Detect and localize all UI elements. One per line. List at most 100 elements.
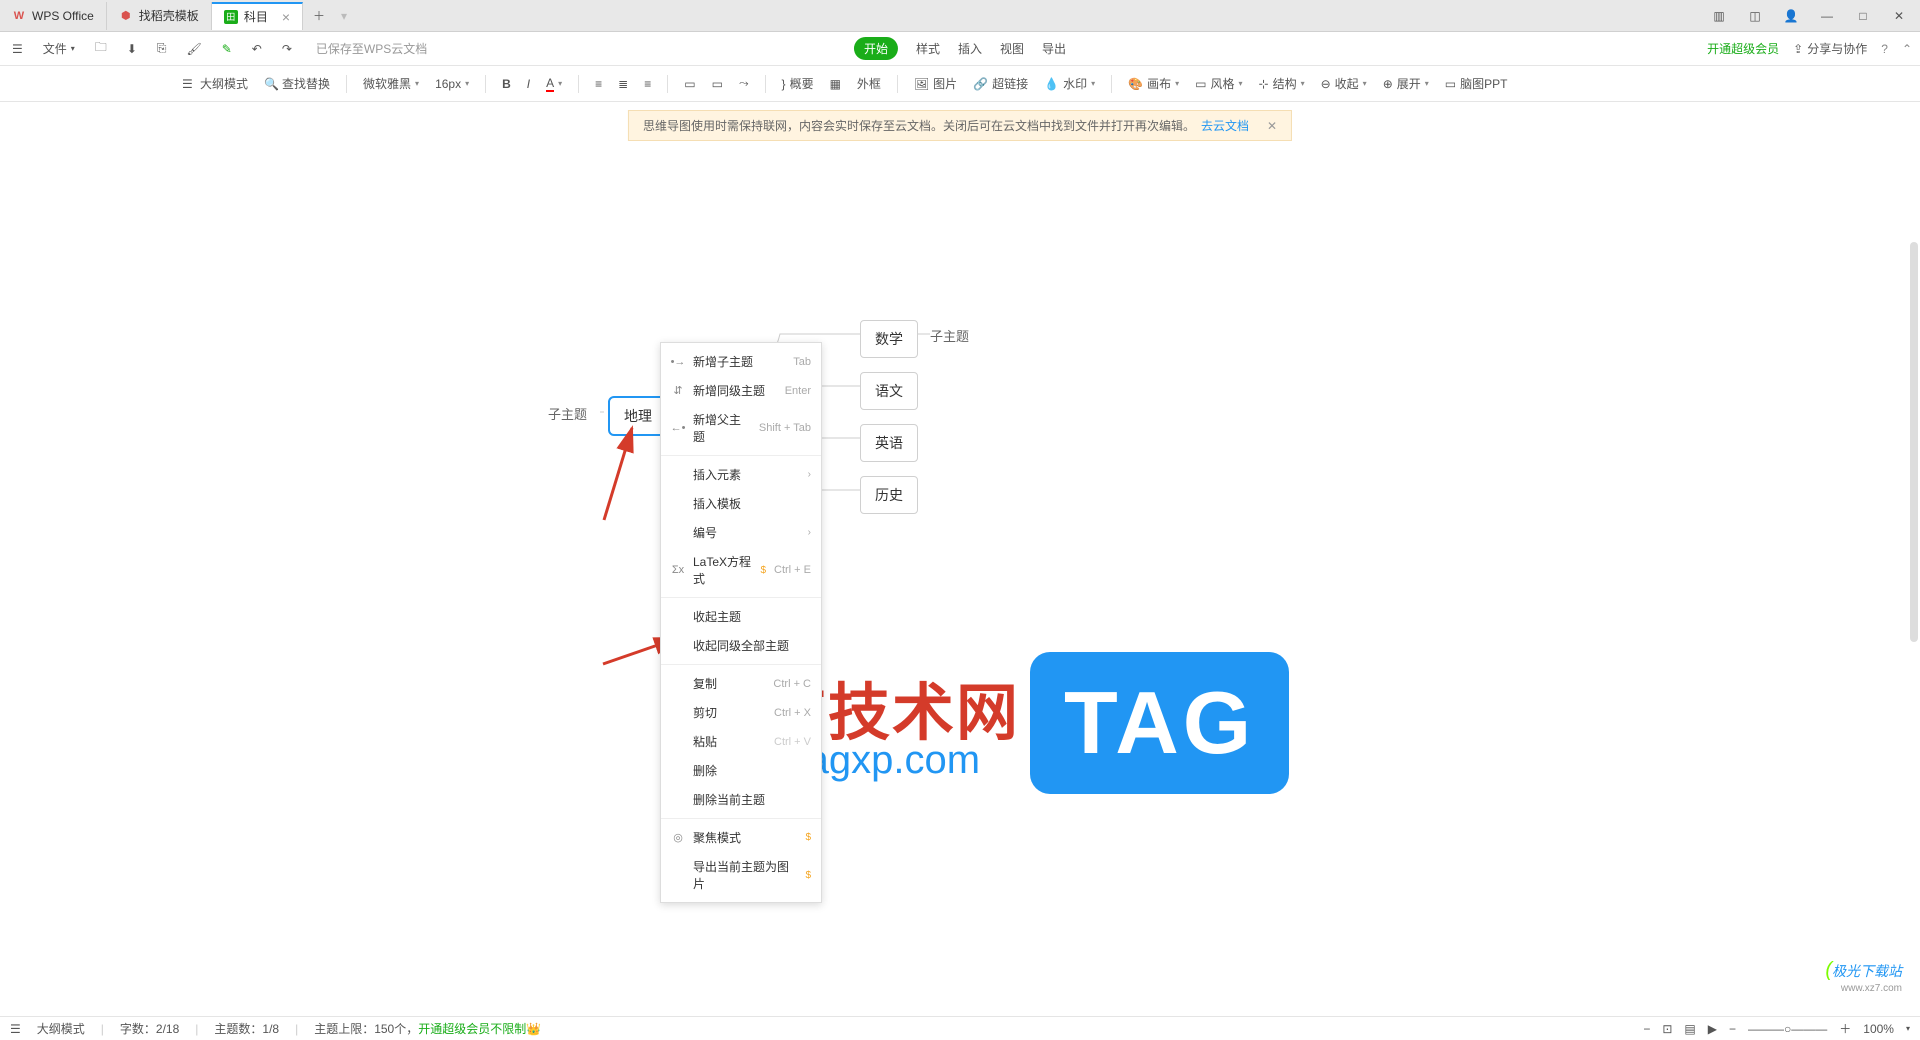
boundary-icon[interactable]: ▦ <box>824 73 847 95</box>
ctx-cut[interactable]: 剪切Ctrl + X <box>661 698 821 727</box>
font-size-selector[interactable]: 16px▾ <box>429 73 475 95</box>
cube-icon[interactable]: ◫ <box>1746 7 1764 25</box>
brush-icon[interactable]: ✎ <box>218 38 236 60</box>
connectors <box>0 102 1920 1016</box>
ctx-numbering[interactable]: 编号› <box>661 518 821 547</box>
close-icon[interactable]: × <box>282 9 290 25</box>
share-button[interactable]: ⇪ 分享与协作 <box>1793 40 1867 57</box>
brain-ppt-button[interactable]: ▭脑图PPT <box>1439 71 1514 96</box>
tab-wps-office[interactable]: W WPS Office <box>0 2 107 30</box>
frame-button[interactable]: 外框 <box>851 71 887 96</box>
ribbon-export[interactable]: 导出 <box>1042 40 1066 57</box>
help-icon[interactable]: ? <box>1881 42 1888 56</box>
ctx-paste[interactable]: 粘贴Ctrl + V <box>661 727 821 756</box>
node-english[interactable]: 英语 <box>860 424 918 462</box>
fit-button[interactable]: ⊡ <box>1662 1022 1672 1036</box>
tab-template[interactable]: ⬢ 找稻壳模板 <box>107 2 212 30</box>
hyperlink-button[interactable]: 🔗超链接 <box>967 71 1034 96</box>
ctx-collapse-topic[interactable]: 收起主题 <box>661 602 821 631</box>
close-button[interactable]: ✕ <box>1890 7 1908 25</box>
tab-document[interactable]: 田 科目 × <box>212 2 303 30</box>
ctx-insert-template[interactable]: 插入模板 <box>661 489 821 518</box>
status-bar: ☰ 大纲模式 | 字数：2/18 | 主题数：1/8 | 主题上限：150个，开… <box>0 1016 1920 1040</box>
ribbon-view[interactable]: 视图 <box>1000 40 1024 57</box>
root-node[interactable]: 地理 <box>608 396 668 436</box>
ctx-delete-current[interactable]: 删除当前主题 <box>661 785 821 814</box>
relation-button[interactable]: ⤳ <box>733 72 755 95</box>
ctx-collapse-siblings[interactable]: 收起同级全部主题 <box>661 631 821 660</box>
file-menu[interactable]: 文件 ▾ <box>39 36 79 61</box>
tab-menu-icon[interactable]: ▾ <box>341 9 347 23</box>
style-button[interactable]: ▭风格▾ <box>1189 71 1248 96</box>
ctx-insert-element[interactable]: 插入元素› <box>661 460 821 489</box>
find-replace-button[interactable]: 🔍查找替换 <box>258 71 336 96</box>
minimize-button[interactable]: — <box>1818 7 1836 25</box>
node-chinese[interactable]: 语文 <box>860 372 918 410</box>
collapse-button[interactable]: ⊖收起▾ <box>1315 71 1373 96</box>
node-history[interactable]: 历史 <box>860 476 918 514</box>
structure-button[interactable]: ⊹结构▾ <box>1253 71 1311 96</box>
ctx-latex[interactable]: ΣxLaTeX方程式$Ctrl + E <box>661 547 821 593</box>
status-outline[interactable]: 大纲模式 <box>37 1020 85 1037</box>
align-right-button[interactable]: ≡ <box>638 73 657 95</box>
ribbon-insert[interactable]: 插入 <box>958 40 982 57</box>
download-icon[interactable]: ⬇ <box>123 38 141 60</box>
save-status: 已保存至WPS云文档 <box>316 40 427 57</box>
node-math[interactable]: 数学 <box>860 320 918 358</box>
italic-button[interactable]: I <box>521 73 536 95</box>
menu-row: ☰ 文件 ▾ 🗀 ⬇ ⎘ 🖌 ✎ ↶ ↷ 已保存至WPS云文档 开始 样式 插入… <box>0 32 1920 66</box>
format-painter-icon[interactable]: 🖌 <box>182 38 205 60</box>
export-icon[interactable]: ⎘ <box>153 37 171 60</box>
status-outline-icon[interactable]: ☰ <box>10 1022 21 1036</box>
ctx-delete[interactable]: 删除 <box>661 756 821 785</box>
vertical-scrollbar[interactable] <box>1910 242 1918 642</box>
font-selector[interactable]: 微软雅黑▾ <box>357 71 425 96</box>
subtopic-button[interactable]: ▭ <box>706 73 729 95</box>
ribbon-format[interactable]: 样式 <box>916 40 940 57</box>
summary-button[interactable]: }概要 <box>776 71 820 96</box>
mindmap-file-icon: 田 <box>224 10 238 24</box>
bold-button[interactable]: B <box>496 73 517 95</box>
tab-label: 找稻壳模板 <box>139 7 199 24</box>
align-center-button[interactable]: ≣ <box>612 73 634 95</box>
ribbon-start[interactable]: 开始 <box>854 37 898 60</box>
panel-icon[interactable]: ▥ <box>1710 7 1728 25</box>
ctx-focus-mode[interactable]: ◎聚焦模式$ <box>661 823 821 852</box>
canvas-button[interactable]: 🎨画布▾ <box>1122 71 1185 96</box>
menu-icon[interactable]: ☰ <box>8 38 27 60</box>
outline-mode-button[interactable]: ☰大纲模式 <box>176 71 254 96</box>
unlock-vip-link[interactable]: 开通超级会员不限制 <box>418 1022 526 1036</box>
canvas[interactable]: 思维导图使用时需保持联网，内容会实时保存至云文档。关闭后可在云文档中找到文件并打… <box>0 102 1920 1016</box>
font-color-button[interactable]: A▾ <box>540 72 568 96</box>
ctx-add-parent[interactable]: ←•新增父主题Shift + Tab <box>661 405 821 451</box>
zoom-value[interactable]: 100% <box>1863 1022 1894 1036</box>
ctx-add-sibling[interactable]: ⇵新增同级主题Enter <box>661 376 821 405</box>
presentation-icon[interactable]: ▶ <box>1708 1022 1717 1036</box>
zoom-minus[interactable]: − <box>1729 1022 1736 1036</box>
maximize-button[interactable]: □ <box>1854 7 1872 25</box>
status-wordcount: 字数：2/18 <box>120 1020 179 1037</box>
zoom-plus[interactable]: ＋ <box>1839 1020 1851 1037</box>
close-banner-icon[interactable]: ✕ <box>1267 119 1277 133</box>
open-icon[interactable]: 🗀 <box>91 34 111 63</box>
collapse-ribbon-icon[interactable]: ⌃ <box>1902 42 1912 56</box>
layers-icon[interactable]: ▤ <box>1684 1022 1695 1036</box>
info-banner: 思维导图使用时需保持联网，内容会实时保存至云文档。关闭后可在云文档中找到文件并打… <box>628 110 1292 141</box>
redo-icon[interactable]: ↷ <box>278 38 296 60</box>
subtopic-left[interactable]: 子主题 <box>548 404 587 423</box>
subtopic-math[interactable]: 子主题 <box>930 326 969 345</box>
ctx-copy[interactable]: 复制Ctrl + C <box>661 669 821 698</box>
ctx-add-child[interactable]: •→新增子主题Tab <box>661 347 821 376</box>
align-left-button[interactable]: ≡ <box>589 73 608 95</box>
vip-link[interactable]: 开通超级会员 <box>1707 40 1779 57</box>
expand-button[interactable]: ⊕展开▾ <box>1377 71 1435 96</box>
topic-button[interactable]: ▭ <box>678 73 701 95</box>
watermark-button[interactable]: 💧水印▾ <box>1038 71 1101 96</box>
undo-icon[interactable]: ↶ <box>248 38 266 60</box>
new-tab-button[interactable]: ＋ <box>303 7 335 24</box>
image-button[interactable]: 🖼图片 <box>908 71 963 96</box>
zoom-out-button[interactable]: − <box>1643 1022 1650 1036</box>
avatar-icon[interactable]: 👤 <box>1782 7 1800 25</box>
ctx-export-image[interactable]: 导出当前主题为图片$ <box>661 852 821 898</box>
cloud-doc-link[interactable]: 去云文档 <box>1201 117 1249 134</box>
